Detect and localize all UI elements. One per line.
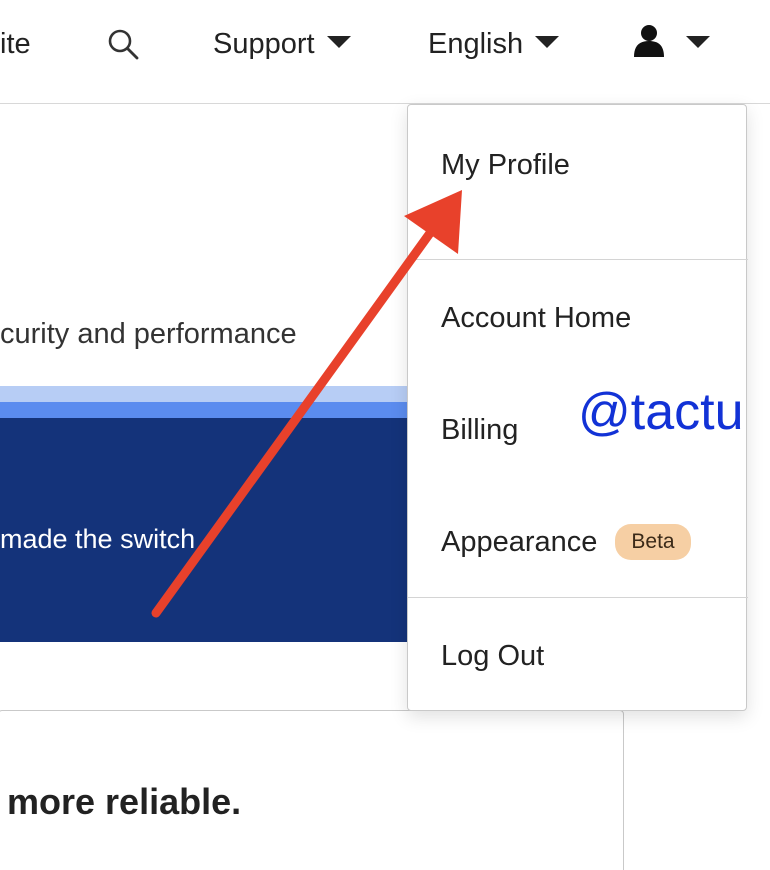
menu-item-my-profile[interactable]: My Profile bbox=[441, 145, 570, 185]
banner-accent-mid bbox=[0, 402, 410, 418]
user-menu[interactable] bbox=[632, 24, 710, 64]
page: ite Support English curity and performan… bbox=[0, 0, 770, 870]
banner-accent-light bbox=[0, 386, 410, 402]
nav-site-link[interactable]: ite bbox=[0, 24, 31, 64]
menu-item-appearance[interactable]: Appearance Beta bbox=[441, 522, 691, 562]
menu-item-log-out[interactable]: Log Out bbox=[441, 636, 544, 676]
menu-divider bbox=[408, 259, 748, 260]
hero-text: curity and performance bbox=[0, 318, 297, 350]
promo-banner: made the switch bbox=[0, 418, 410, 642]
user-icon bbox=[632, 23, 666, 65]
support-label: Support bbox=[213, 27, 315, 60]
menu-item-account-home[interactable]: Account Home bbox=[441, 298, 631, 338]
banner-text: made the switch bbox=[0, 524, 196, 554]
language-label: English bbox=[428, 27, 524, 60]
language-menu[interactable]: English bbox=[428, 24, 560, 64]
menu-item-billing[interactable]: Billing bbox=[441, 410, 518, 450]
menu-divider bbox=[408, 597, 748, 598]
chevron-down-icon bbox=[535, 36, 560, 48]
chevron-down-icon bbox=[686, 36, 710, 48]
beta-badge: Beta bbox=[615, 524, 691, 560]
menu-item-appearance-label: Appearance bbox=[441, 525, 598, 558]
search-icon[interactable] bbox=[106, 24, 142, 64]
top-navigation: ite Support English bbox=[0, 0, 770, 104]
watermark-text: @tactu bbox=[578, 383, 744, 441]
chevron-down-icon bbox=[326, 36, 351, 48]
content-card: more reliable. bbox=[0, 710, 624, 870]
support-menu[interactable]: Support bbox=[213, 24, 351, 64]
card-heading: more reliable. bbox=[7, 781, 242, 822]
